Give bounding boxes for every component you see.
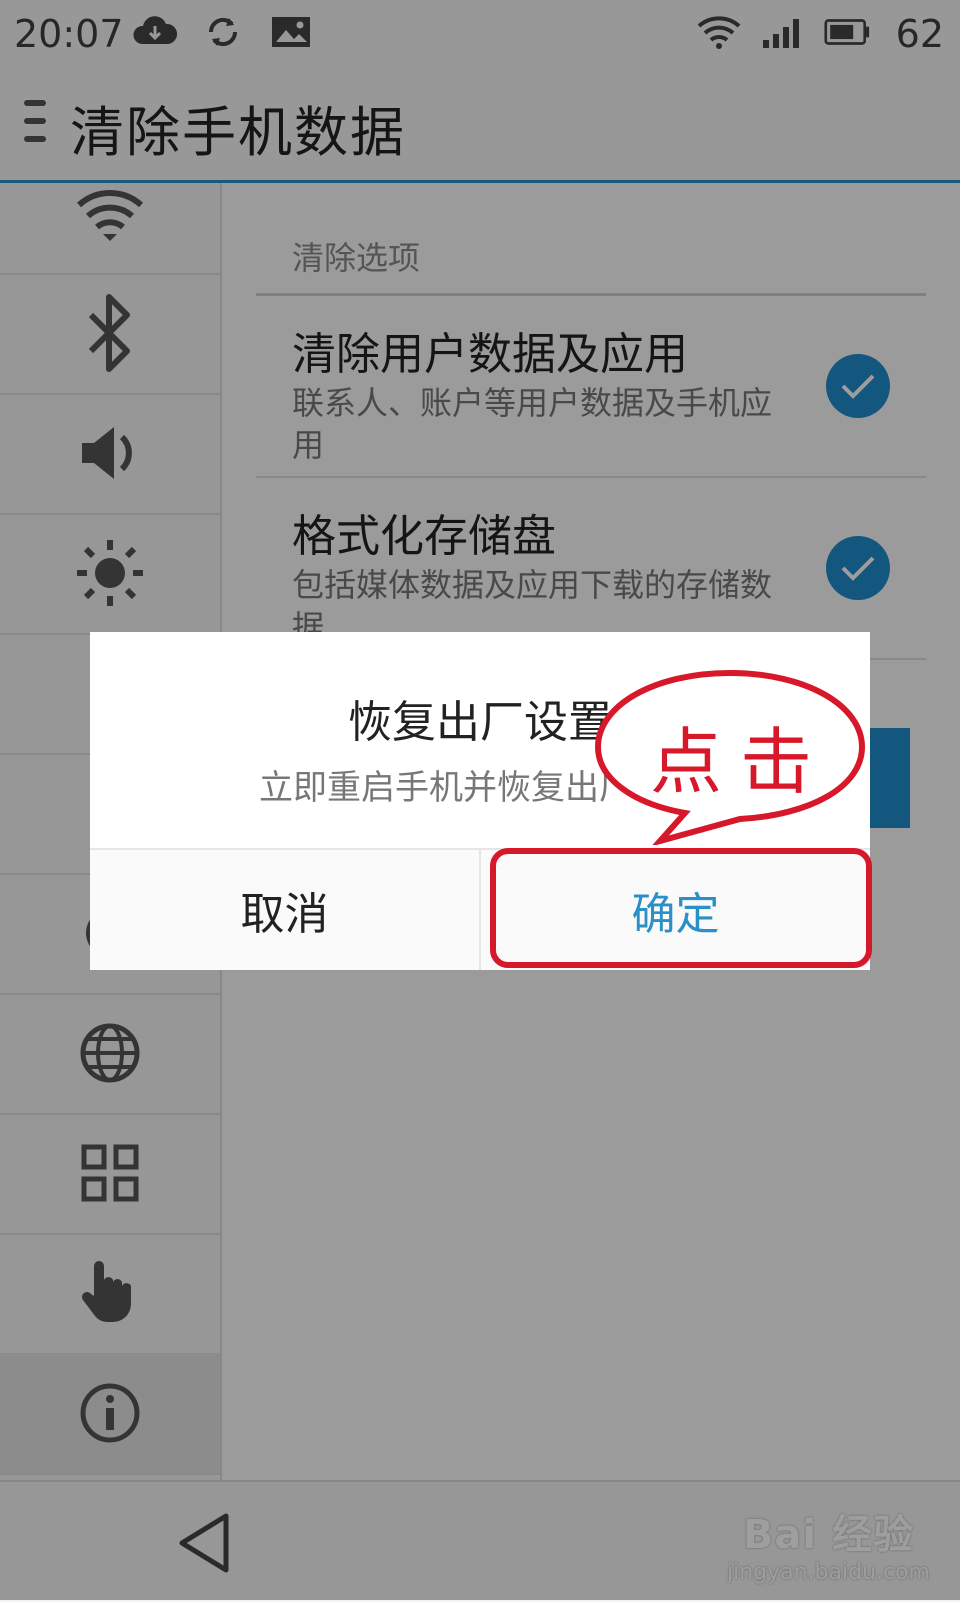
annotation-callout: 点击	[590, 665, 870, 845]
annotation-callout-text: 点击	[650, 720, 831, 804]
annotation-highlight-box	[490, 848, 872, 968]
settings-screen: 20:07 62 清除手机数据 清除选项 清除用户数据及应用 联系人、账户等用户…	[0, 0, 960, 1602]
cancel-button[interactable]: 取消	[90, 850, 481, 970]
